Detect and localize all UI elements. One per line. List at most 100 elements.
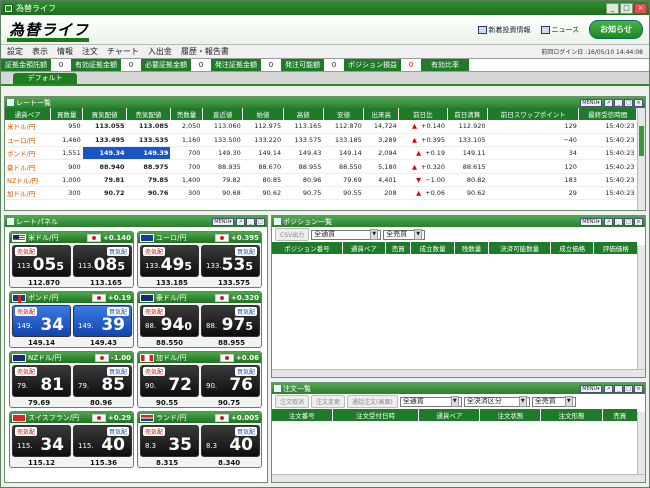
column-header[interactable]: 前日スワップポイント (487, 108, 580, 120)
detach-icon[interactable]: ↗ (604, 217, 613, 226)
column-header[interactable]: 前日清算 (447, 108, 489, 120)
table-row[interactable]: 豪ドル/円 900 88.940 88.975 700 88.935 88.670 88.95… (5, 159, 637, 174)
buy-quote-button[interactable]: 買気配 149. 39 (73, 305, 132, 337)
menu-view[interactable]: 表示 (32, 46, 48, 57)
minimize-panel-icon[interactable]: _ (614, 217, 623, 226)
column-header[interactable]: ポジション番号 (272, 242, 343, 254)
column-header[interactable]: 前日比 (398, 108, 448, 120)
menu-settings[interactable]: 設定 (7, 46, 23, 57)
column-header[interactable]: 注文受付日時 (332, 409, 420, 421)
column-header[interactable]: 直近値 (202, 108, 244, 120)
column-header[interactable]: 注文形態 (540, 409, 603, 421)
minimize-button[interactable]: _ (606, 2, 619, 14)
table-row[interactable]: 加ドル/円 300 90.72 90.76 300 90.68 90.62 90.75 90.5… (5, 186, 637, 201)
menu-chart[interactable]: チャート (107, 46, 139, 57)
column-header[interactable]: 注文状態 (479, 409, 542, 421)
column-header[interactable]: 安値 (323, 108, 365, 120)
sell-quote-button[interactable]: 売気配 90. 72 (140, 365, 199, 397)
panel-menu-button[interactable]: MENU▾ (580, 384, 602, 393)
menu-history[interactable]: 履歴・報告書 (181, 46, 229, 57)
csv-export-button[interactable]: CSV出力 (275, 228, 310, 241)
order-settle-select[interactable]: 全決済区分 ▼ (463, 396, 530, 407)
column-header[interactable]: 残数量 (454, 242, 490, 254)
panel-menu-button[interactable]: MENU▾ (212, 217, 234, 226)
scrollbar-thumb[interactable] (639, 126, 644, 156)
column-header[interactable]: 始値 (242, 108, 284, 120)
sell-quote-button[interactable]: 売気配 113. 055 (12, 245, 71, 277)
position-currency-select[interactable]: 全通貨 ▼ (311, 229, 382, 240)
column-header[interactable]: 通貨ペア (418, 409, 481, 421)
column-header[interactable]: 売気配値 (126, 108, 171, 120)
phone-order-button[interactable]: 通話注文(画面) (347, 395, 398, 408)
modify-order-button[interactable]: 注文変更 (311, 395, 346, 408)
maximize-panel-icon[interactable]: □ (624, 384, 633, 393)
minimize-panel-icon[interactable]: _ (246, 217, 255, 226)
menu-order[interactable]: 注文 (82, 46, 98, 57)
rate-card[interactable]: ポンド/円 +0.19 売気配 149. 34 買気配 149. 39 149.14 149.43 (9, 291, 134, 348)
new-investment-info-link[interactable]: 新着投資情報 (477, 25, 531, 35)
detach-icon[interactable]: ↗ (236, 217, 245, 226)
buy-quote-button[interactable]: 買気配 88. 975 (201, 305, 260, 337)
news-link[interactable]: ニュース (540, 25, 579, 35)
buy-quote-button[interactable]: 買気配 90. 76 (201, 365, 260, 397)
buy-quote-button[interactable]: 買気配 8.3 40 (201, 425, 260, 457)
column-header[interactable]: 出来高 (363, 108, 400, 120)
position-hscrollbar[interactable] (272, 369, 645, 377)
column-header[interactable]: 成立数量 (410, 242, 455, 254)
column-header[interactable]: 高値 (283, 108, 324, 120)
close-panel-icon[interactable]: × (634, 98, 643, 107)
column-header[interactable]: 成立価格 (550, 242, 595, 254)
table-row[interactable]: ポンド/円 1,551 149.34 149.39 700 149.30 149.14 149… (5, 146, 637, 161)
minimize-panel-icon[interactable]: _ (614, 384, 623, 393)
rate-card[interactable]: スイスフラン/円 +0.29 売気配 115. 34 買気配 115. 40 115.12 115… (9, 411, 134, 468)
detach-icon[interactable]: ↗ (604, 98, 613, 107)
menu-deposit[interactable]: 入出金 (148, 46, 172, 57)
column-header[interactable]: 通貨ペア (342, 242, 387, 254)
rate-card[interactable]: NZドル/円 -1.00 売気配 79. 81 買気配 79. 85 79.69 80.96 (9, 351, 134, 408)
position-side-select[interactable]: 全売買 ▼ (383, 229, 426, 240)
table-row[interactable]: 米ドル/円 950 113.055 113.085 2,050 113.060 112.97… (5, 120, 637, 134)
rate-card[interactable]: 米ドル/円 +0.140 売気配 113. 055 買気配 113. 085 112.870 11… (9, 231, 134, 288)
rate-card[interactable]: 豪ドル/円 +0.320 売気配 88. 940 買気配 88. 975 88.550 88.95… (137, 291, 262, 348)
sell-quote-button[interactable]: 売気配 79. 81 (12, 365, 71, 397)
panel-menu-button[interactable]: MENU▾ (580, 217, 602, 226)
maximize-button[interactable]: □ (620, 2, 633, 14)
menu-info[interactable]: 情報 (57, 46, 73, 57)
rate-card[interactable]: ランド/円 +0.005 売気配 8.3 35 買気配 8.3 40 8.315 8.340 (137, 411, 262, 468)
detach-icon[interactable]: ↗ (604, 384, 613, 393)
buy-quote-button[interactable]: 買気配 113. 085 (73, 245, 132, 277)
column-header[interactable]: 注文番号 (272, 409, 333, 421)
sell-quote-button[interactable]: 売気配 8.3 35 (140, 425, 199, 457)
notice-button[interactable]: お知らせ (589, 20, 643, 39)
sell-quote-button[interactable]: 売気配 115. 34 (12, 425, 71, 457)
column-header[interactable]: 売買 (602, 409, 639, 421)
buy-quote-button[interactable]: 買気配 133. 535 (201, 245, 260, 277)
maximize-panel-icon[interactable]: □ (256, 217, 265, 226)
sell-quote-button[interactable]: 売気配 88. 940 (140, 305, 199, 337)
buy-quote-button[interactable]: 買気配 79. 85 (73, 365, 132, 397)
column-header[interactable]: 通貨ペア (5, 108, 52, 120)
position-scrollbar[interactable] (637, 245, 645, 377)
sell-quote-button[interactable]: 売気配 133. 495 (140, 245, 199, 277)
order-side-select[interactable]: 全売買 ▼ (531, 396, 576, 407)
buy-quote-button[interactable]: 買気配 115. 40 (73, 425, 132, 457)
minimize-panel-icon[interactable]: _ (614, 98, 623, 107)
column-header[interactable]: 売数量 (170, 108, 203, 120)
close-panel-icon[interactable]: × (634, 217, 643, 226)
maximize-panel-icon[interactable]: □ (624, 217, 633, 226)
sell-quote-button[interactable]: 売気配 149. 34 (12, 305, 71, 337)
column-header[interactable]: 決済可能数量 (488, 242, 551, 254)
order-hscrollbar[interactable] (272, 474, 645, 482)
order-scrollbar[interactable] (637, 412, 645, 482)
rate-list-scrollbar[interactable] (637, 108, 645, 210)
panel-menu-button[interactable]: MENU▾ (580, 98, 602, 107)
column-header[interactable]: 買数量 (50, 108, 84, 120)
rate-card[interactable]: 加ドル/円 +0.06 売気配 90. 72 買気配 90. 76 90.55 90.75 (137, 351, 262, 408)
close-panel-icon[interactable]: × (634, 384, 643, 393)
close-button[interactable]: × (634, 2, 647, 14)
column-header[interactable]: 評価価格 (593, 242, 638, 254)
table-row[interactable]: ユーロ/円 1,460 133.495 133.535 1,160 133.500 133.… (5, 133, 637, 148)
maximize-panel-icon[interactable]: □ (624, 98, 633, 107)
order-currency-select[interactable]: 全通貨 ▼ (399, 396, 462, 407)
rate-card[interactable]: ユーロ/円 +0.395 売気配 133. 495 買気配 133. 535 133.185 13… (137, 231, 262, 288)
